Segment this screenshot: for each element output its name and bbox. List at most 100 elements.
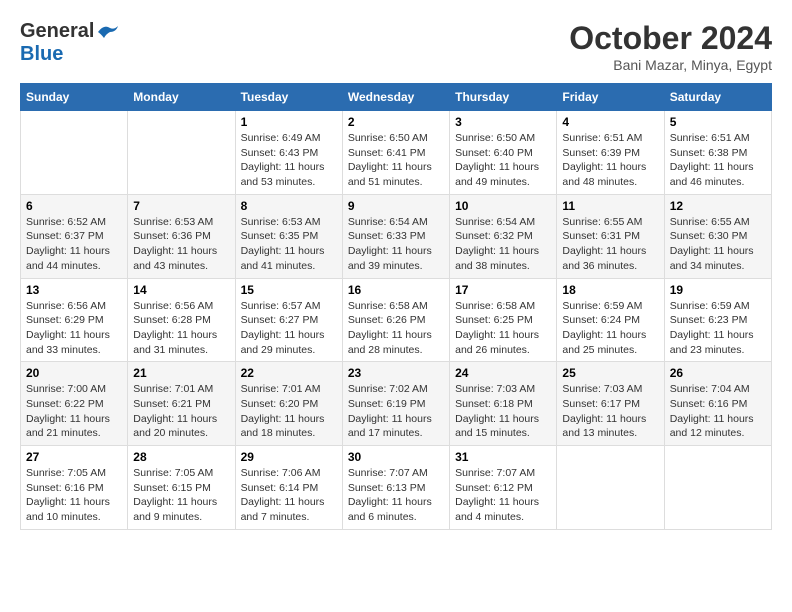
day-info: Sunrise: 7:05 AMSunset: 6:15 PMDaylight:…: [133, 466, 229, 525]
day-info: Sunrise: 7:03 AMSunset: 6:18 PMDaylight:…: [455, 382, 551, 441]
calendar-cell: 17 Sunrise: 6:58 AMSunset: 6:25 PMDayligh…: [450, 278, 557, 362]
calendar-cell: 8 Sunrise: 6:53 AMSunset: 6:35 PMDaylight…: [235, 194, 342, 278]
day-info: Sunrise: 7:04 AMSunset: 6:16 PMDaylight:…: [670, 382, 766, 441]
calendar-cell: 18Sunrise: 6:59 AMSunset: 6:24 PMDayligh…: [557, 278, 664, 362]
day-number: 14: [133, 283, 229, 297]
day-info: Sunrise: 7:03 AMSunset: 6:17 PMDaylight:…: [562, 382, 658, 441]
calendar-cell: 19 Sunrise: 6:59 AMSunset: 6:23 PMDayligh…: [664, 278, 771, 362]
day-number: 6: [26, 199, 122, 213]
calendar-week-row: 27Sunrise: 7:05 AMSunset: 6:16 PMDayligh…: [21, 446, 772, 530]
day-info: Sunrise: 6:59 AMSunset: 6:24 PMDaylight:…: [562, 299, 658, 358]
day-info: Sunrise: 7:02 AMSunset: 6:19 PMDaylight:…: [348, 382, 444, 441]
day-number: 15: [241, 283, 337, 297]
location-text: Bani Mazar, Minya, Egypt: [569, 57, 772, 73]
day-number: 22: [241, 366, 337, 380]
day-number: 1: [241, 115, 337, 129]
calendar-cell: 16 Sunrise: 6:58 AMSunset: 6:26 PMDayligh…: [342, 278, 449, 362]
month-title: October 2024: [569, 20, 772, 57]
day-number: 17: [455, 283, 551, 297]
calendar-cell: 20 Sunrise: 7:00 AMSunset: 6:22 PMDayligh…: [21, 362, 128, 446]
day-number: 13: [26, 283, 122, 297]
logo: General Blue: [20, 20, 120, 66]
day-info: Sunrise: 6:55 AMSunset: 6:30 PMDaylight:…: [670, 215, 766, 274]
day-info: Sunrise: 7:07 AMSunset: 6:13 PMDaylight:…: [348, 466, 444, 525]
day-number: 28: [133, 450, 229, 464]
day-info: Sunrise: 6:58 AMSunset: 6:25 PMDaylight:…: [455, 299, 551, 358]
day-info: Sunrise: 6:57 AMSunset: 6:27 PMDaylight:…: [241, 299, 337, 358]
calendar-cell: 30Sunrise: 7:07 AMSunset: 6:13 PMDayligh…: [342, 446, 449, 530]
calendar-cell: 13 Sunrise: 6:56 AMSunset: 6:29 PMDayligh…: [21, 278, 128, 362]
day-info: Sunrise: 6:50 AMSunset: 6:40 PMDaylight:…: [455, 131, 551, 190]
calendar-week-row: 6 Sunrise: 6:52 AMSunset: 6:37 PMDaylight…: [21, 194, 772, 278]
calendar-cell: 28 Sunrise: 7:05 AMSunset: 6:15 PMDayligh…: [128, 446, 235, 530]
day-info: Sunrise: 7:00 AMSunset: 6:22 PMDaylight:…: [26, 382, 122, 441]
calendar-cell: 6 Sunrise: 6:52 AMSunset: 6:37 PMDaylight…: [21, 194, 128, 278]
weekday-header-row: SundayMondayTuesdayWednesdayThursdayFrid…: [21, 84, 772, 111]
day-number: 5: [670, 115, 766, 129]
day-info: Sunrise: 7:07 AMSunset: 6:12 PMDaylight:…: [455, 466, 551, 525]
calendar-cell: [21, 111, 128, 195]
calendar-cell: 25 Sunrise: 7:03 AMSunset: 6:17 PMDayligh…: [557, 362, 664, 446]
weekday-header-friday: Friday: [557, 84, 664, 111]
calendar-cell: [557, 446, 664, 530]
day-number: 2: [348, 115, 444, 129]
title-section: October 2024 Bani Mazar, Minya, Egypt: [569, 20, 772, 73]
calendar-cell: [664, 446, 771, 530]
calendar-cell: 21 Sunrise: 7:01 AMSunset: 6:21 PMDayligh…: [128, 362, 235, 446]
logo-general-text: General: [20, 20, 94, 43]
day-number: 3: [455, 115, 551, 129]
calendar-week-row: 20 Sunrise: 7:00 AMSunset: 6:22 PMDayligh…: [21, 362, 772, 446]
weekday-header-thursday: Thursday: [450, 84, 557, 111]
day-number: 8: [241, 199, 337, 213]
day-number: 24: [455, 366, 551, 380]
calendar-cell: 2 Sunrise: 6:50 AMSunset: 6:41 PMDaylight…: [342, 111, 449, 195]
page-header: General Blue October 2024 Bani Mazar, Mi…: [20, 20, 772, 73]
calendar-cell: 5Sunrise: 6:51 AMSunset: 6:38 PMDaylight…: [664, 111, 771, 195]
day-number: 11: [562, 199, 658, 213]
day-info: Sunrise: 7:06 AMSunset: 6:14 PMDaylight:…: [241, 466, 337, 525]
day-number: 10: [455, 199, 551, 213]
calendar-cell: 10 Sunrise: 6:54 AMSunset: 6:32 PMDayligh…: [450, 194, 557, 278]
day-info: Sunrise: 6:50 AMSunset: 6:41 PMDaylight:…: [348, 131, 444, 190]
calendar-cell: 24 Sunrise: 7:03 AMSunset: 6:18 PMDayligh…: [450, 362, 557, 446]
day-info: Sunrise: 7:01 AMSunset: 6:20 PMDaylight:…: [241, 382, 337, 441]
calendar-cell: 11 Sunrise: 6:55 AMSunset: 6:31 PMDayligh…: [557, 194, 664, 278]
calendar-cell: 3 Sunrise: 6:50 AMSunset: 6:40 PMDaylight…: [450, 111, 557, 195]
day-info: Sunrise: 6:54 AMSunset: 6:32 PMDaylight:…: [455, 215, 551, 274]
calendar-cell: 15 Sunrise: 6:57 AMSunset: 6:27 PMDayligh…: [235, 278, 342, 362]
weekday-header-monday: Monday: [128, 84, 235, 111]
weekday-header-tuesday: Tuesday: [235, 84, 342, 111]
calendar-cell: 31Sunrise: 7:07 AMSunset: 6:12 PMDayligh…: [450, 446, 557, 530]
day-info: Sunrise: 6:54 AMSunset: 6:33 PMDaylight:…: [348, 215, 444, 274]
calendar-cell: 7Sunrise: 6:53 AMSunset: 6:36 PMDaylight…: [128, 194, 235, 278]
day-number: 19: [670, 283, 766, 297]
day-info: Sunrise: 7:05 AMSunset: 6:16 PMDaylight:…: [26, 466, 122, 525]
day-number: 4: [562, 115, 658, 129]
weekday-header-sunday: Sunday: [21, 84, 128, 111]
day-info: Sunrise: 6:55 AMSunset: 6:31 PMDaylight:…: [562, 215, 658, 274]
day-number: 21: [133, 366, 229, 380]
day-info: Sunrise: 6:53 AMSunset: 6:35 PMDaylight:…: [241, 215, 337, 274]
day-info: Sunrise: 6:51 AMSunset: 6:39 PMDaylight:…: [562, 131, 658, 190]
day-number: 16: [348, 283, 444, 297]
day-number: 23: [348, 366, 444, 380]
calendar-cell: 23 Sunrise: 7:02 AMSunset: 6:19 PMDayligh…: [342, 362, 449, 446]
weekday-header-saturday: Saturday: [664, 84, 771, 111]
day-info: Sunrise: 7:01 AMSunset: 6:21 PMDaylight:…: [133, 382, 229, 441]
day-number: 9: [348, 199, 444, 213]
day-number: 25: [562, 366, 658, 380]
day-info: Sunrise: 6:53 AMSunset: 6:36 PMDaylight:…: [133, 215, 229, 274]
day-number: 20: [26, 366, 122, 380]
day-info: Sunrise: 6:59 AMSunset: 6:23 PMDaylight:…: [670, 299, 766, 358]
day-number: 12: [670, 199, 766, 213]
logo-bird-icon: [96, 22, 120, 42]
logo-blue-text: Blue: [20, 43, 63, 66]
day-info: Sunrise: 6:56 AMSunset: 6:29 PMDaylight:…: [26, 299, 122, 358]
day-info: Sunrise: 6:58 AMSunset: 6:26 PMDaylight:…: [348, 299, 444, 358]
day-number: 26: [670, 366, 766, 380]
calendar-cell: 9 Sunrise: 6:54 AMSunset: 6:33 PMDaylight…: [342, 194, 449, 278]
day-info: Sunrise: 6:49 AMSunset: 6:43 PMDaylight:…: [241, 131, 337, 190]
day-info: Sunrise: 6:52 AMSunset: 6:37 PMDaylight:…: [26, 215, 122, 274]
calendar-cell: 12 Sunrise: 6:55 AMSunset: 6:30 PMDayligh…: [664, 194, 771, 278]
calendar-cell: 26 Sunrise: 7:04 AMSunset: 6:16 PMDayligh…: [664, 362, 771, 446]
